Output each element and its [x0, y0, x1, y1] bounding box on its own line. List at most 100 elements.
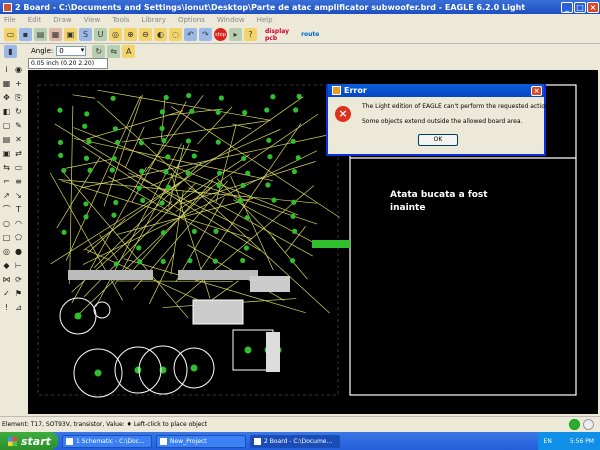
command-toolbar: i ◉ ▦ + ✥ ⎘ ◧ ↻ ▢ ✎ ▤ ✕ ▣ ⇄ ⇆ ▭ ⌐ ≡ ↗ ↘ … [0, 58, 26, 416]
via-icon[interactable]: ◎ [1, 246, 12, 257]
eagle-window: 2 Board - C:\Documents and Settings\ionu… [0, 0, 600, 450]
zoom-fit-icon[interactable]: ◎ [109, 28, 122, 41]
undo-icon[interactable]: ↶ [184, 28, 197, 41]
rect-icon[interactable]: □ [1, 232, 12, 243]
task-schematic-label: 1 Schematic - C:\Doc... [76, 437, 145, 445]
task-board[interactable]: 2 Board - C:\Docume... [250, 434, 340, 448]
ulp-icon[interactable]: U [94, 28, 107, 41]
display-icon[interactable]: ▦ [1, 78, 12, 89]
ripup-icon[interactable]: ↘ [13, 190, 24, 201]
zoom-in-icon[interactable]: ⊕ [124, 28, 137, 41]
erc-icon[interactable]: ✓ [1, 288, 12, 299]
menu-library[interactable]: Library [141, 16, 165, 24]
board-note-line1: Atata bucata a fost [390, 190, 488, 200]
rotate-icon[interactable]: ↻ [92, 44, 106, 58]
lock-icon[interactable]: ▭ [13, 162, 24, 173]
close-button[interactable]: × [587, 1, 599, 13]
menu-tools[interactable]: Tools [112, 16, 129, 24]
redraw-icon[interactable]: ◐ [154, 28, 167, 41]
angle-select[interactable]: 0 [56, 46, 87, 56]
window-title: 2 Board - C:\Documents and Settings\ionu… [15, 2, 526, 12]
replace-icon[interactable]: ⇆ [1, 162, 12, 173]
help-icon[interactable]: ? [244, 28, 257, 41]
maximize-button[interactable]: □ [574, 1, 586, 13]
layer-icon[interactable]: ▮ [4, 44, 17, 58]
open-icon[interactable]: ▭ [4, 28, 17, 41]
group-icon[interactable]: ▢ [1, 120, 12, 131]
dialog-close-button[interactable]: × [531, 85, 542, 96]
dialog-title-bar[interactable]: Error × [328, 84, 544, 97]
rotate-tool-icon[interactable]: ↻ [13, 106, 24, 117]
show-icon[interactable]: ◉ [13, 64, 24, 75]
mark-icon[interactable]: + [13, 78, 24, 89]
title-bar[interactable]: 2 Board - C:\Documents and Settings\ionu… [0, 0, 600, 14]
info-icon[interactable]: i [1, 64, 12, 75]
text-icon[interactable]: T [13, 204, 24, 215]
angle-label: Angle: [31, 47, 54, 55]
zoom-select-icon[interactable]: ◌ [169, 28, 182, 41]
eagle-icon [66, 437, 73, 445]
display-pcb-link[interactable]: display pcb [265, 28, 289, 42]
go-icon[interactable]: ▸ [229, 28, 242, 41]
redo-icon[interactable]: ↷ [199, 28, 212, 41]
mirror-tool-icon[interactable]: ◧ [1, 106, 12, 117]
ok-button[interactable]: OK [418, 134, 458, 146]
add-icon[interactable]: ▣ [1, 148, 12, 159]
dialog-title: Error [344, 86, 367, 95]
go-status-icon[interactable] [569, 419, 580, 430]
paste-icon[interactable]: ▤ [1, 134, 12, 145]
menu-help[interactable]: Help [257, 16, 273, 24]
arc-icon[interactable]: ◠ [13, 218, 24, 229]
errors-icon[interactable]: ! [1, 302, 12, 313]
route-icon[interactable]: ↗ [1, 190, 12, 201]
attribute-icon[interactable]: ◆ [1, 260, 12, 271]
measure-icon[interactable]: ⊿ [13, 302, 24, 313]
optimize-icon[interactable]: ≡ [13, 176, 24, 187]
windows-logo-icon [8, 436, 17, 446]
script-icon[interactable]: S [79, 28, 92, 41]
polygon-icon[interactable]: ⬠ [13, 232, 24, 243]
pinswap-icon[interactable]: ⇄ [13, 148, 24, 159]
error-dialog: Error × × The Light edition of EAGLE can… [326, 84, 551, 156]
task-board-label: 2 Board - C:\Docume... [264, 437, 333, 445]
taskbar: start 1 Schematic - C:\Doc... New_Projec… [0, 432, 600, 450]
drc-icon[interactable]: ⚑ [13, 288, 24, 299]
start-button[interactable]: start [0, 432, 58, 450]
menu-options[interactable]: Options [178, 16, 205, 24]
save-icon[interactable]: ▪ [19, 28, 32, 41]
wire-icon[interactable]: ⌒ [1, 204, 12, 215]
change-icon[interactable]: ✎ [13, 120, 24, 131]
hole-icon[interactable]: ● [13, 246, 24, 257]
clock[interactable]: 5:56 PM [570, 438, 594, 445]
menu-file[interactable]: File [4, 16, 16, 24]
language-indicator[interactable]: EN [544, 438, 552, 445]
text-size-icon[interactable]: A [122, 44, 136, 58]
menu-view[interactable]: View [84, 16, 101, 24]
stop-status-icon[interactable] [583, 419, 594, 430]
print-icon[interactable]: ▤ [34, 28, 47, 41]
move-icon[interactable]: ✥ [1, 92, 12, 103]
route-link[interactable]: route [301, 31, 319, 38]
menu-window[interactable]: Window [217, 16, 245, 24]
split-icon[interactable]: ⌐ [1, 176, 12, 187]
menu-edit[interactable]: Edit [28, 16, 42, 24]
board-icon[interactable]: ▣ [64, 28, 77, 41]
menu-draw[interactable]: Draw [53, 16, 71, 24]
circle-icon[interactable]: ○ [1, 218, 12, 229]
status-bar: Element: T17, SOT93V, transistor, Value:… [0, 416, 600, 432]
task-new-project[interactable]: New_Project [156, 434, 246, 448]
ratsnest-icon[interactable]: ⋈ [1, 274, 12, 285]
task-schematic[interactable]: 1 Schematic - C:\Doc... [62, 434, 152, 448]
task-new-project-label: New_Project [170, 437, 207, 445]
zoom-out-icon[interactable]: ⊖ [139, 28, 152, 41]
dimension-icon[interactable]: ⊢ [13, 260, 24, 271]
stop-icon[interactable]: stop [214, 28, 227, 41]
copy-icon[interactable]: ⎘ [13, 92, 24, 103]
delete-icon[interactable]: ✕ [13, 134, 24, 145]
autorouter-icon[interactable]: ⟳ [13, 274, 24, 285]
minimize-button[interactable]: _ [561, 1, 573, 13]
cam-icon[interactable]: ▦ [49, 28, 62, 41]
brand-display: display [265, 27, 290, 35]
system-tray: EN 5:56 PM [537, 432, 600, 450]
mirror-icon[interactable]: ⇋ [107, 44, 121, 58]
